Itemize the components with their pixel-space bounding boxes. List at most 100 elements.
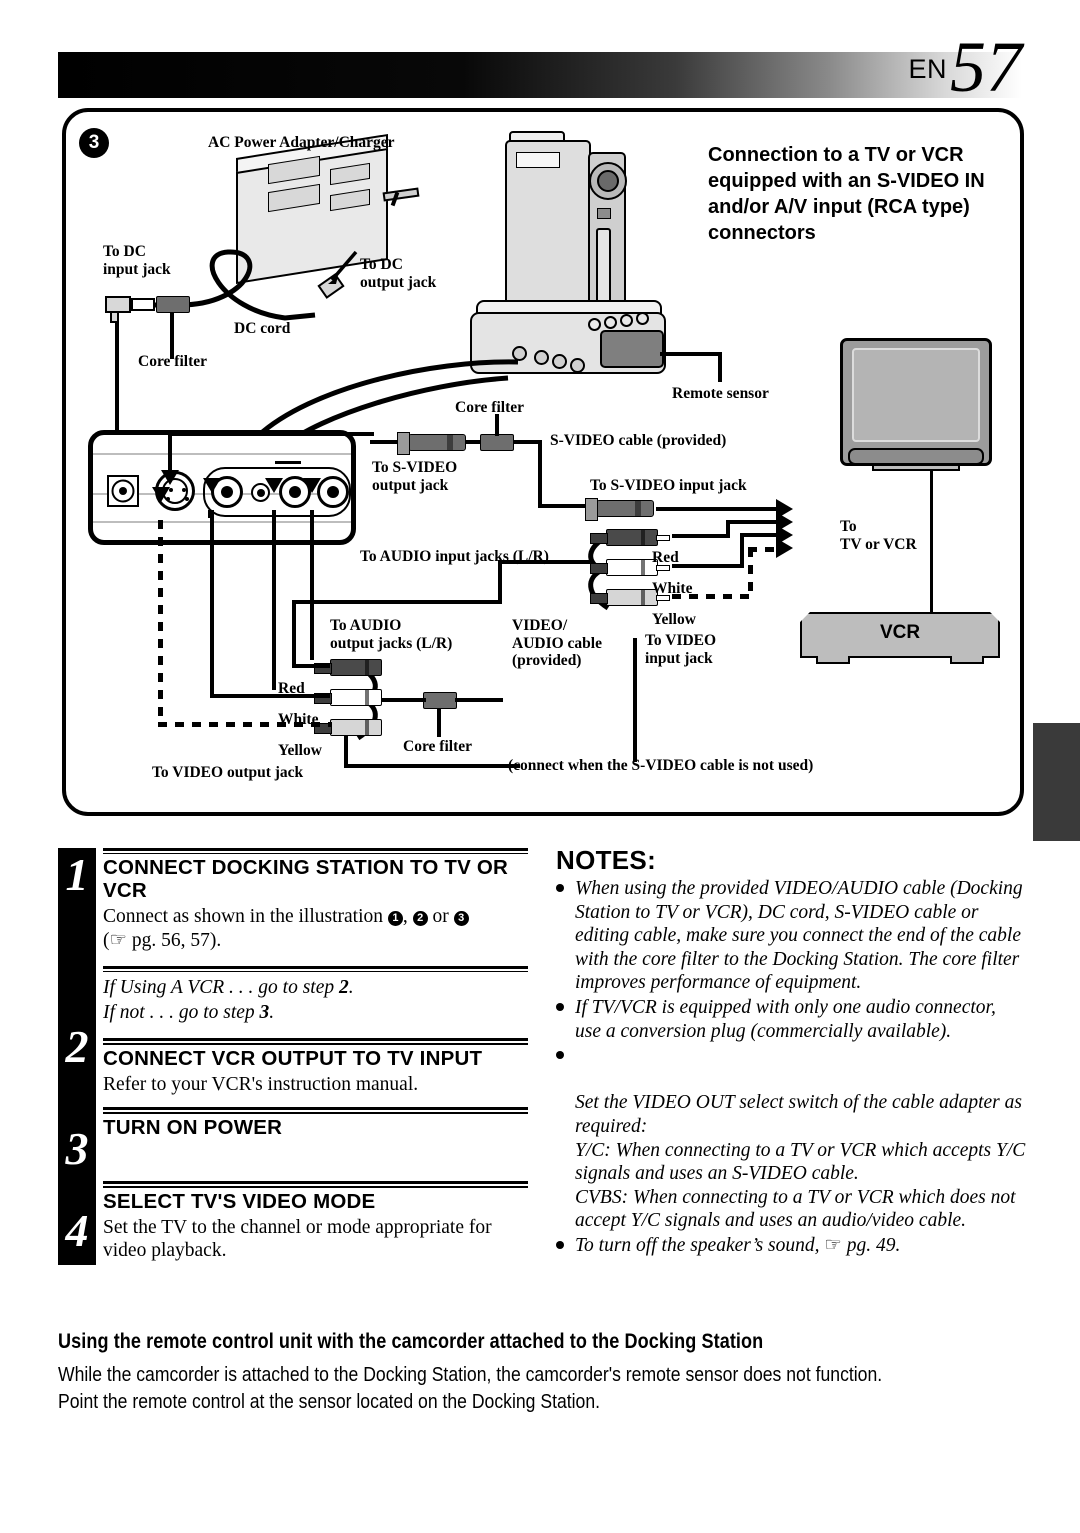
svideo-plug-tv-end [585, 498, 654, 521]
step-divider [103, 848, 528, 851]
note-text: When using the provided VIDEO/AUDIO cabl… [575, 878, 1023, 994]
audio-extra-jack-arrow [303, 478, 321, 493]
av-cable-h2 [455, 698, 503, 702]
leader-core-filter-svideo [495, 414, 499, 436]
dc-plug-arrow [328, 250, 358, 284]
dc-plug-left-pin [110, 311, 119, 323]
camcorder-button [597, 208, 611, 219]
docking-station-knob [588, 318, 601, 331]
bullet-icon [556, 1002, 564, 1011]
bottom-heading: Using the remote control unit with the c… [58, 1330, 764, 1353]
svideo-plug-cap [585, 498, 598, 521]
step-number-1: 1 [65, 849, 89, 900]
white-left-line-v [210, 510, 214, 698]
svideo-plug-cap [397, 432, 410, 455]
rca-ring [641, 590, 645, 605]
panel-seam [93, 453, 351, 455]
step-1-note-2-num: 3 [259, 1002, 270, 1024]
audio-r-jack-arrow [265, 478, 283, 493]
step-divider-thin [103, 1043, 528, 1045]
label-dc-cord: DC cord [234, 320, 291, 337]
note-item: If TV/VCR is equipped with only one audi… [556, 996, 1026, 1043]
rca-plug-red-left [314, 659, 382, 676]
bottom-body: While the camcorder is attached to the D… [58, 1364, 883, 1413]
label-remote-sensor: Remote sensor [672, 385, 769, 402]
step-divider-thin [103, 1112, 528, 1114]
camcorder-cassette-door [596, 228, 611, 306]
label-core-filter-av: Core filter [403, 738, 472, 755]
label-yellow-right: Yellow [652, 611, 696, 628]
rca-plug-yellow-left [314, 719, 382, 736]
label-ac-adapter: AC Power Adapter/Charger [208, 134, 395, 151]
panel-dc-input-jack [107, 475, 139, 507]
av-cable-h1 [382, 698, 426, 702]
bullet-icon [556, 1051, 564, 1060]
rca-ring [641, 560, 645, 575]
vcr-label: VCR [879, 622, 921, 643]
step-number-4: 4 [65, 1205, 89, 1256]
step-divider-thin [103, 1186, 528, 1188]
step-divider [103, 1107, 528, 1111]
white-left-line-h [210, 694, 330, 698]
svideo-leader-h [168, 432, 374, 436]
audio-in-line-h [498, 560, 590, 564]
svideo-plug-band [447, 435, 453, 450]
diagram-step-badge: 3 [79, 128, 109, 158]
label-va-cable: VIDEO/ AUDIO cable (provided) [512, 617, 602, 669]
inline-dot-2: 2 [412, 911, 428, 927]
rca-ring [365, 660, 369, 675]
rca-tip [590, 593, 608, 604]
label-svideo-cable: S-VIDEO cable (provided) [550, 432, 727, 449]
yellow-dash-v [748, 548, 753, 596]
tv-vcr-connection-cable [930, 470, 933, 614]
camcorder-display-strip [516, 152, 560, 168]
step-1-body-mid: , [402, 906, 413, 928]
docking-station-av-jack [570, 358, 585, 373]
label-to-video-output: To VIDEO output jack [152, 764, 304, 781]
docking-station-knob [620, 314, 633, 327]
label-core-filter-svideo: Core filter [455, 399, 524, 416]
leader-remote-sensor-h [660, 352, 722, 356]
note-text: Set the VIDEO OUT select switch of the c… [575, 1092, 1026, 1232]
step-1-note-1-num: 2 [339, 977, 349, 999]
core-filter-av [423, 692, 457, 709]
vcr-foot [816, 656, 850, 664]
step-4-body: Set the TV to the channel or mode approp… [103, 1216, 492, 1262]
red-line-h1 [672, 534, 730, 538]
step-1-body: Connect as shown in the illustration 1, … [103, 905, 528, 928]
inline-dot-1: 1 [387, 911, 403, 927]
step-1-body-pre: Connect as shown in the illustration [103, 906, 388, 928]
yellow-dash-h2 [748, 547, 778, 552]
red-left-line-top [292, 600, 502, 604]
core-filter-svideo [480, 434, 514, 451]
label-to-audio-output: To AUDIO output jacks (L/R) [330, 617, 453, 652]
header-gradient-bar [58, 52, 1022, 98]
tv-screen [852, 348, 980, 442]
note-text-speaker: To turn off the speaker’s sound, ☞ pg. 4… [575, 1234, 901, 1256]
rca-plug-white-right [590, 559, 670, 576]
tv-control-panel [848, 448, 984, 465]
step-1-note-2-end: . [269, 1002, 275, 1024]
svideo-plug-band [635, 501, 641, 516]
docking-station-av-jack [552, 354, 567, 369]
rca-plug-red-right [590, 529, 670, 546]
step-1-heading: CONNECT DOCKING STATION TO TV OR VCR [103, 856, 509, 903]
edge-tab-marker [1033, 723, 1080, 841]
bottom-section: Using the remote control unit with the c… [58, 1330, 1022, 1416]
rca-ring [365, 720, 369, 735]
step-1-page-ref: (☞ pg. 56, 57). [103, 929, 528, 952]
note-item: To turn off the speaker’s sound, ☞ pg. 4… [556, 1234, 1026, 1258]
page-header: EN 57 [908, 31, 1022, 103]
rca-plug-white-left [314, 689, 382, 706]
tv-base [872, 464, 960, 471]
step-number-3: 3 [65, 1123, 89, 1174]
video-input-leader-v [633, 638, 637, 762]
dc-line-to-panel [115, 323, 119, 435]
audio-l-jack-arrow [203, 478, 221, 493]
rca-plug-yellow-right [590, 589, 670, 606]
dc-plug-left-barrel [131, 298, 155, 311]
bullet-icon [556, 884, 564, 892]
rca-tip [590, 563, 608, 574]
